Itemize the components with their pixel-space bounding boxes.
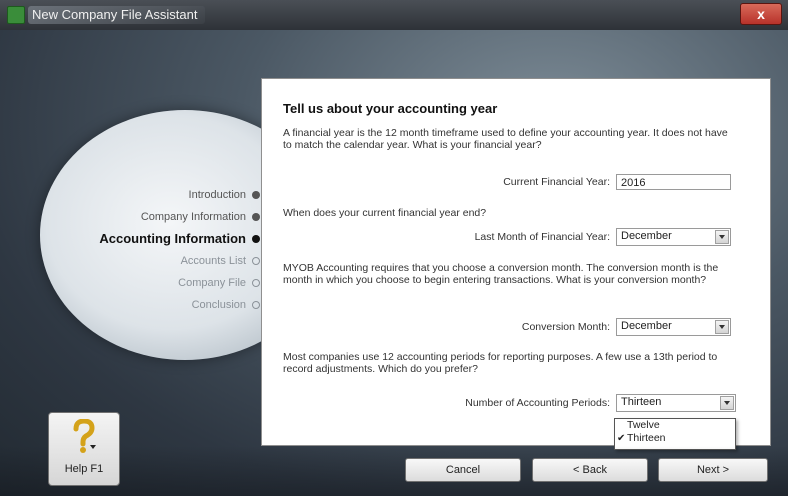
step-company-file[interactable]: Company File [70,272,260,294]
option-label: Twelve [627,419,660,431]
content-panel: Tell us about your accounting year A fin… [261,78,771,446]
select-value: Thirteen [621,396,662,408]
last-month-label: Last Month of Financial Year: [474,231,610,243]
option-twelve[interactable]: Twelve [615,419,735,432]
page-title: Tell us about your accounting year [283,101,498,116]
wizard-steps: Introduction Company Information Account… [70,184,260,316]
cancel-button[interactable]: Cancel [405,458,521,482]
step-dot-icon [252,213,260,221]
step-dot-icon [252,191,260,199]
wizard-window: New Company File Assistant x Introductio… [0,0,788,496]
close-button[interactable]: x [740,3,782,25]
step-label: Accounting Information [99,231,246,246]
step-company-information[interactable]: Company Information [70,206,260,228]
select-value: December [621,230,672,242]
back-button[interactable]: < Back [532,458,648,482]
conversion-text: MYOB Accounting requires that you choose… [283,262,719,286]
step-label: Accounts List [180,255,246,267]
accounting-periods-label: Number of Accounting Periods: [465,397,610,409]
app-icon [7,6,25,24]
end-question-text: When does your current financial year en… [283,207,487,219]
checkmark-icon: ✔ [617,433,626,444]
step-label: Introduction [188,189,246,201]
chevron-down-icon[interactable] [720,396,734,410]
accounting-periods-select[interactable]: Thirteen [616,394,736,412]
conversion-month-select[interactable]: December [616,318,731,336]
last-month-select[interactable]: December [616,228,731,246]
step-conclusion[interactable]: Conclusion [70,294,260,316]
conversion-month-label: Conversion Month: [521,321,610,333]
current-year-label: Current Financial Year: [503,176,610,188]
step-circle-icon [252,257,260,265]
step-dot-icon [252,235,260,243]
step-label: Company Information [140,211,246,223]
current-year-input[interactable]: 2016 [616,174,731,190]
option-thirteen[interactable]: ✔ Thirteen [615,432,735,445]
title-bar[interactable]: New Company File Assistant x [0,0,788,31]
help-label: Help F1 [64,463,104,475]
step-circle-icon [252,279,260,287]
question-mark-icon [73,419,96,453]
step-accounting-information[interactable]: Accounting Information [70,228,260,250]
chevron-down-icon[interactable] [715,230,729,244]
step-introduction[interactable]: Introduction [70,184,260,206]
help-button[interactable]: Help F1 [48,412,120,486]
intro-text: A financial year is the 12 month timefra… [283,127,728,151]
step-label: Conclusion [191,299,246,311]
select-value: December [621,320,672,332]
periods-text: Most companies use 12 accounting periods… [283,351,718,375]
window-title: New Company File Assistant [28,6,206,24]
step-circle-icon [252,301,260,309]
chevron-down-icon[interactable] [715,320,729,334]
next-button[interactable]: Next > [658,458,768,482]
option-label: Thirteen [627,432,666,444]
step-label: Company File [178,277,246,289]
step-accounts-list[interactable]: Accounts List [70,250,260,272]
